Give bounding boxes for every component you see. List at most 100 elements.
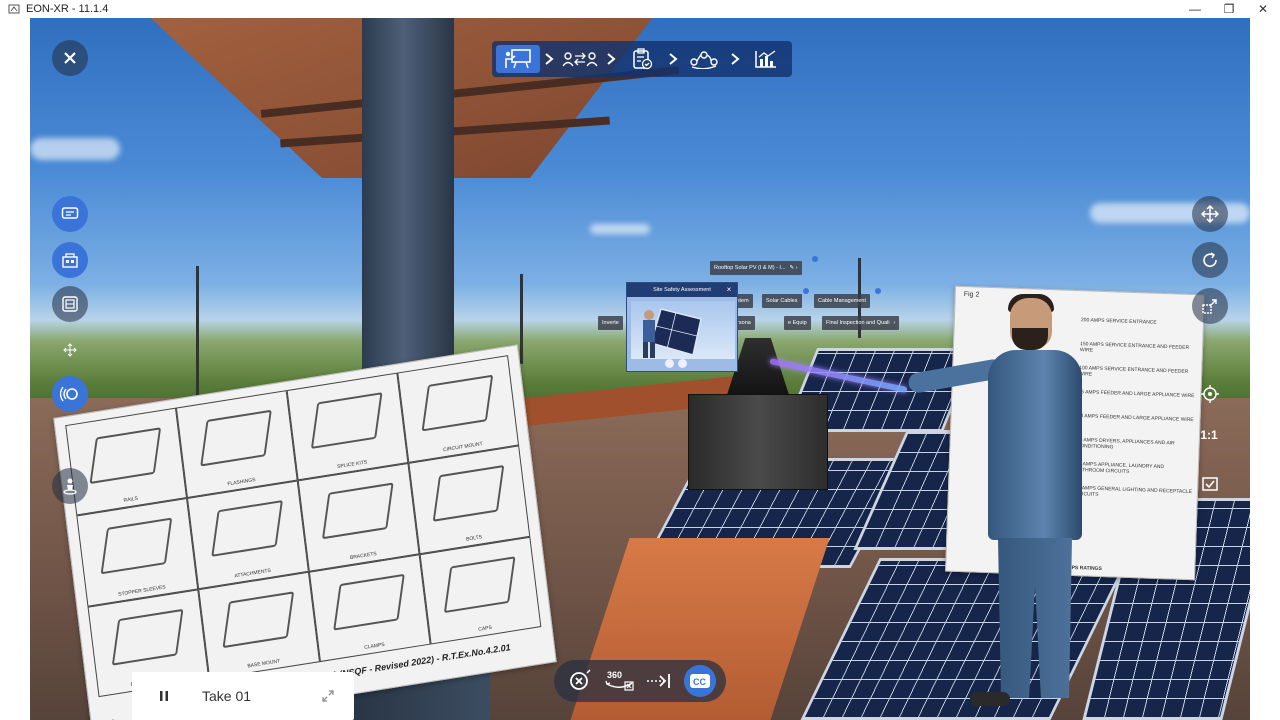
scene-library-icon: [62, 253, 78, 268]
step-users[interactable]: [558, 45, 602, 73]
lesson-node-top[interactable]: Rooftop Solar PV (I & M) - I... ✎ ›: [710, 261, 802, 275]
pause-icon: [160, 691, 168, 701]
checked-box-icon: [1202, 477, 1218, 491]
cloud: [590, 224, 650, 234]
step-assessment[interactable]: [620, 45, 664, 73]
exit-focus-button[interactable]: [564, 665, 596, 697]
instructor-avatar[interactable]: [906, 294, 1090, 718]
close-window-button[interactable]: ✕: [1246, 0, 1280, 18]
popup-thumbnail: [631, 301, 735, 359]
chart-cell: BOLTS: [408, 445, 531, 554]
move-icon: [1201, 205, 1219, 223]
avatar-shoe: [970, 692, 1010, 706]
audio-playback-panel: Take 01: [132, 672, 354, 720]
window-title: EON-XR - 11.1.4: [26, 3, 109, 15]
rotate-icon: [1203, 252, 1217, 267]
bottom-tool-dock: 360 CC: [554, 660, 726, 702]
node-connector-dot[interactable]: [875, 288, 881, 294]
chart-cell: STOPPER SLEEVES: [76, 498, 199, 607]
layers-button[interactable]: [52, 286, 88, 322]
analytics-chart-icon: [755, 50, 776, 68]
rotate-object-button[interactable]: [1192, 242, 1228, 278]
close-scene-button[interactable]: [52, 40, 88, 76]
popup-title: Site Safety Assessment: [653, 287, 711, 293]
lesson-node[interactable]: Final Inspection and Quali ›: [822, 316, 900, 330]
workflow-icon: [690, 51, 718, 69]
chart-cell: RAILS: [65, 407, 188, 516]
cloud: [30, 138, 120, 160]
focus-target-icon: [1201, 385, 1219, 403]
chevron-right-icon: [540, 52, 558, 66]
layers-icon: [62, 296, 78, 312]
avatar-body: [988, 350, 1082, 540]
pause-button[interactable]: [144, 676, 184, 716]
chevron-right-icon: [664, 52, 682, 66]
close-icon: [64, 52, 76, 64]
node-connector-dot[interactable]: [812, 256, 818, 262]
checkbox-toggle-button[interactable]: [1192, 466, 1228, 502]
popup-header: Site Safety Assessment ×: [627, 283, 737, 297]
presenter-board-icon: [505, 49, 531, 69]
broadcast-icon: [60, 386, 78, 402]
lesson-node[interactable]: e Equip: [784, 316, 811, 330]
avatar-legs: [998, 538, 1072, 698]
device-base-box: [688, 394, 828, 490]
xr-scene-viewport[interactable]: RAILS FLASHINGS SPLICE KITS CIRCUIT MOUN…: [30, 18, 1250, 720]
closed-captions-button[interactable]: CC: [684, 665, 716, 697]
chat-icon: [61, 207, 79, 219]
focus-target-button[interactable]: [1192, 376, 1228, 412]
scale-ratio-label[interactable]: 1:1: [1195, 428, 1223, 442]
chevron-right-icon: [602, 52, 620, 66]
popup-close-button[interactable]: ×: [724, 285, 734, 295]
step-presentation[interactable]: [496, 45, 540, 73]
chart-cell: BRACKETS: [297, 463, 420, 572]
scene-library-button[interactable]: [52, 242, 88, 278]
audio-icon[interactable]: [678, 359, 687, 368]
avatar-pin-icon: [63, 478, 77, 495]
view-360-button[interactable]: 360: [604, 665, 636, 697]
avatar-pin-button[interactable]: [52, 468, 88, 504]
svg-text:360: 360: [607, 670, 622, 680]
chart-cell: CIRCUIT MOUNT: [397, 355, 520, 464]
chevron-right-icon: [726, 52, 744, 66]
move-tool-button[interactable]: [52, 332, 88, 368]
chart-cell: CLAMPS: [308, 553, 431, 663]
move-object-button[interactable]: [1192, 196, 1228, 232]
broadcast-button[interactable]: [52, 376, 88, 412]
worker-solar-panel-image: [643, 308, 702, 358]
clipboard-check-icon: [633, 48, 653, 70]
expand-button[interactable]: [316, 684, 340, 708]
restore-button[interactable]: ❐: [1212, 0, 1246, 18]
scale-object-button[interactable]: [1192, 288, 1228, 324]
edit-icon[interactable]: ✎ ›: [790, 265, 798, 271]
wire-rating-item: 15 AMPS GENERAL LIGHTING AND RECEPTACLE …: [1074, 485, 1193, 498]
info-icon[interactable]: [665, 359, 674, 368]
user-swap-icon: [562, 52, 598, 67]
audio-take-title: Take 01: [202, 688, 252, 704]
app-logo-icon: [8, 4, 20, 14]
avatar-beard: [1012, 328, 1048, 350]
node-connector-dot[interactable]: [803, 288, 809, 294]
minimize-button[interactable]: —: [1178, 0, 1212, 18]
popup-controls: [665, 359, 687, 368]
radio-tower: [196, 266, 199, 396]
site-safety-popup[interactable]: Site Safety Assessment ×: [626, 282, 738, 372]
next-step-button[interactable]: [644, 665, 676, 697]
lesson-process-bar: [492, 41, 792, 77]
chart-cell: BASE MOUNT: [198, 571, 320, 680]
lesson-node[interactable]: Solar Cables: [762, 294, 802, 308]
step-workflow[interactable]: [682, 45, 726, 73]
chat-button[interactable]: [52, 196, 88, 232]
move-arrows-icon: [63, 343, 77, 357]
360-view-icon: 360: [605, 670, 634, 691]
chart-cell: CAPS: [419, 536, 542, 645]
chevron-right-icon: ›: [893, 320, 896, 326]
expand-icon: [322, 690, 334, 702]
step-analytics[interactable]: [744, 45, 788, 73]
wire-rating-list: 200 AMPS SERVICE ENTRANCE 150 AMPS SERVI…: [1074, 317, 1199, 513]
lesson-node[interactable]: Cable Management: [814, 294, 871, 308]
exit-target-icon: [570, 669, 591, 690]
lesson-node[interactable]: Inverte: [598, 316, 623, 330]
chart-cell: FLASHINGS: [175, 390, 298, 499]
next-arrow-icon: [647, 674, 670, 688]
